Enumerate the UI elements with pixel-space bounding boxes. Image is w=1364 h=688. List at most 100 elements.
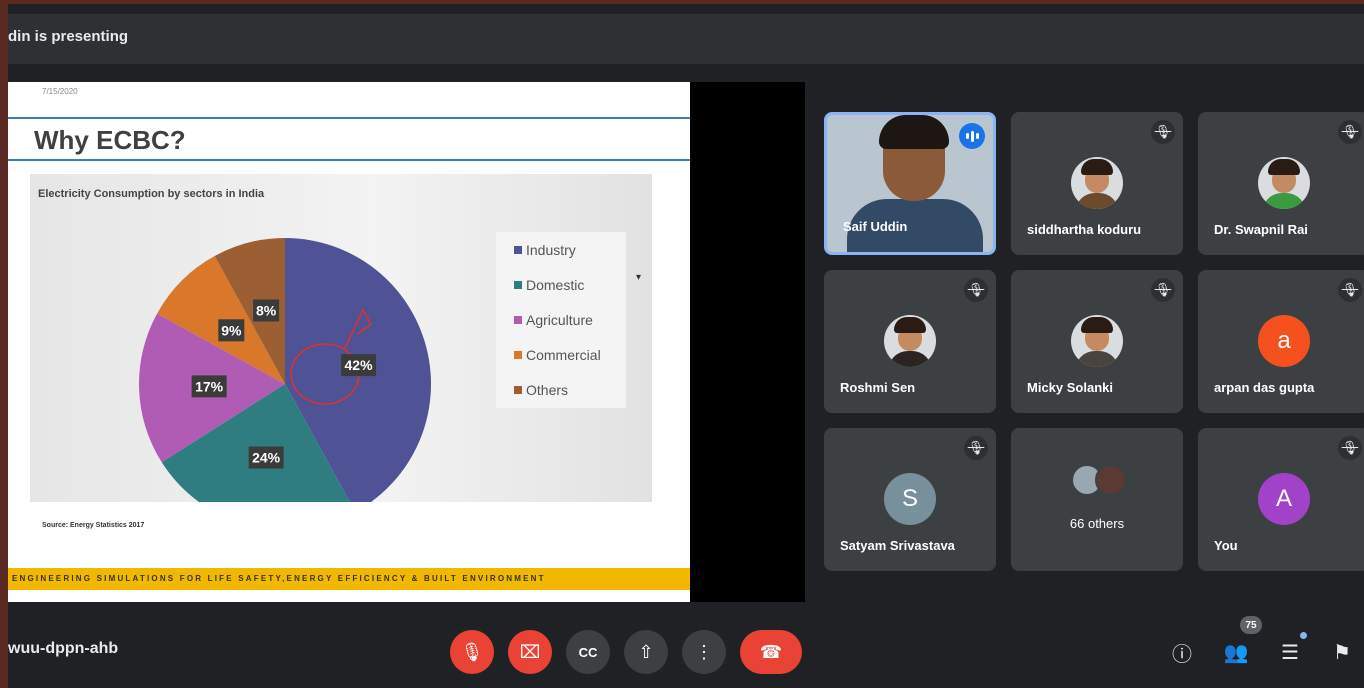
pie-data-label: 42% xyxy=(341,354,377,377)
legend-label: Industry xyxy=(526,242,576,258)
pie-data-label: 17% xyxy=(191,375,227,398)
camera-off-icon: ⌧ xyxy=(519,641,541,662)
muted-mic-icon: 🎙 xyxy=(1338,120,1362,144)
participant-name: Micky Solanki xyxy=(1027,380,1113,395)
muted-mic-icon: 🎙 xyxy=(964,278,988,302)
speaking-indicator-icon xyxy=(959,123,985,149)
slide-banner-text: ENGINEERING SIMULATIONS FOR LIFE SAFETY,… xyxy=(12,574,546,583)
more-options-button[interactable]: ⋮ xyxy=(682,630,726,674)
legend-swatch xyxy=(514,281,522,289)
avatar-photo-hair xyxy=(1268,159,1300,175)
participant-tile[interactable]: A 🎙 You xyxy=(1198,428,1364,571)
participant-tile[interactable]: Saif Uddin xyxy=(824,112,996,255)
muted-mic-icon: 🎙 xyxy=(1338,278,1362,302)
avatar xyxy=(1258,157,1310,209)
slide-date: 7/15/2020 xyxy=(42,87,78,96)
presentation-area: 7/15/2020 Why ECBC? Electricity Consumpt… xyxy=(8,82,805,602)
avatar-photo-hair xyxy=(1081,317,1113,333)
muted-mic-icon: 🎙 xyxy=(1151,120,1175,144)
chart-legend: Industry Domestic Agriculture Commercial Oth… xyxy=(496,232,626,408)
participant-name: Dr. Swapnil Rai xyxy=(1214,222,1308,237)
legend-label: Others xyxy=(526,382,569,398)
chat-button[interactable]: ☰ xyxy=(1274,636,1306,668)
participant-tile[interactable]: 🎙 siddhartha koduru xyxy=(1011,112,1183,255)
avatar-photo-body xyxy=(1075,351,1119,367)
people-button[interactable]: 👥 xyxy=(1220,636,1252,668)
slide-title-bar: Why ECBC? xyxy=(8,117,690,161)
avatar: A xyxy=(1258,473,1310,525)
top-bar xyxy=(8,14,1364,64)
captions-icon: CC xyxy=(578,644,598,660)
camera-toggle-button[interactable]: ⌧ xyxy=(508,630,552,674)
more-options-icon: ⋮ xyxy=(695,641,713,662)
muted-mic-icon: 🎙 xyxy=(1338,436,1362,460)
meeting-code: wuu-dppn-ahb xyxy=(8,640,119,657)
activities-button[interactable]: ⚑ xyxy=(1326,636,1358,668)
chat-notification-dot xyxy=(1300,632,1307,639)
legend-item: Agriculture xyxy=(514,312,593,328)
present-icon: ⇧ xyxy=(638,641,654,662)
pie-data-label: 24% xyxy=(248,446,284,469)
pie-data-label-text: 17% xyxy=(195,378,224,394)
video-feed-hair xyxy=(879,115,949,149)
slide-banner: ENGINEERING SIMULATIONS FOR LIFE SAFETY,… xyxy=(8,568,690,590)
participant-name: 66 others xyxy=(1069,516,1125,531)
legend-swatch xyxy=(514,386,522,394)
legend-swatch xyxy=(514,246,522,254)
legend-marker: ▾ xyxy=(636,272,642,283)
info-icon: ⓘ xyxy=(1172,643,1192,666)
legend-item: Domestic xyxy=(514,277,584,293)
participant-tile[interactable]: 🎙 Dr. Swapnil Rai xyxy=(1198,112,1364,255)
legend-label: Commercial xyxy=(526,347,601,363)
presenting-label: din is presenting xyxy=(8,28,129,45)
slide-source: Source: Energy Statistics 2017 xyxy=(42,522,145,529)
legend-item: Others xyxy=(514,382,568,398)
participant-tile[interactable]: 66 others xyxy=(1011,428,1183,571)
slide-title: Why ECBC? xyxy=(34,125,186,155)
avatar xyxy=(1095,464,1127,496)
avatar xyxy=(1071,315,1123,367)
participant-name: Saif Uddin xyxy=(843,219,908,234)
participant-tile[interactable]: 🎙 Roshmi Sen xyxy=(824,270,996,413)
participant-name: siddhartha koduru xyxy=(1027,222,1142,237)
legend-swatch xyxy=(514,316,522,324)
participant-name: You xyxy=(1214,538,1238,553)
avatar-photo-hair xyxy=(1081,159,1113,175)
avatar-photo-body xyxy=(1262,193,1306,209)
slide: 7/15/2020 Why ECBC? Electricity Consumpt… xyxy=(8,82,690,602)
captions-button[interactable]: CC xyxy=(566,630,610,674)
avatar xyxy=(884,315,936,367)
pie-data-label-text: 42% xyxy=(345,357,374,373)
pie-data-label-text: 9% xyxy=(221,322,242,338)
present-button[interactable]: ⇧ xyxy=(624,630,668,674)
people-icon: 👥 xyxy=(1223,641,1249,664)
meeting-info-button[interactable]: ⓘ xyxy=(1166,636,1198,668)
participant-name: Roshmi Sen xyxy=(840,380,916,395)
chat-icon: ☰ xyxy=(1281,641,1299,664)
avatar-photo-body xyxy=(888,351,932,367)
avatar xyxy=(1071,157,1123,209)
activities-icon: ⚑ xyxy=(1333,641,1351,664)
meet-window: din is presenting 7/15/2020 Why ECBC? El… xyxy=(8,4,1364,688)
participant-tile[interactable]: S 🎙 Satyam Srivastava xyxy=(824,428,996,571)
pie-data-label-text: 24% xyxy=(252,450,281,466)
legend-swatch xyxy=(514,351,522,359)
legend-label: Domestic xyxy=(526,277,585,293)
muted-mic-icon: 🎙 xyxy=(1151,278,1175,302)
legend-item: Industry xyxy=(514,242,576,258)
muted-mic-icon: 🎙 xyxy=(964,436,988,460)
mic-toggle-button[interactable]: 🎙 xyxy=(450,630,494,674)
mic-off-icon: 🎙 xyxy=(460,641,484,662)
chart: Electricity Consumption by sectors in In… xyxy=(30,174,652,502)
end-call-button[interactable]: ☎ xyxy=(740,630,802,674)
legend-item: Commercial xyxy=(514,347,601,363)
pie-data-label: 8% xyxy=(253,299,280,322)
pie-data-label: 9% xyxy=(218,319,245,342)
avatar: S xyxy=(884,473,936,525)
participant-tile[interactable]: a 🎙 arpan das gupta xyxy=(1198,270,1364,413)
legend-label: Agriculture xyxy=(526,312,593,328)
end-call-icon: ☎ xyxy=(759,641,783,662)
participant-tile[interactable]: 🎙 Micky Solanki xyxy=(1011,270,1183,413)
participant-name: arpan das gupta xyxy=(1214,380,1315,395)
participant-name: Satyam Srivastava xyxy=(840,538,955,553)
